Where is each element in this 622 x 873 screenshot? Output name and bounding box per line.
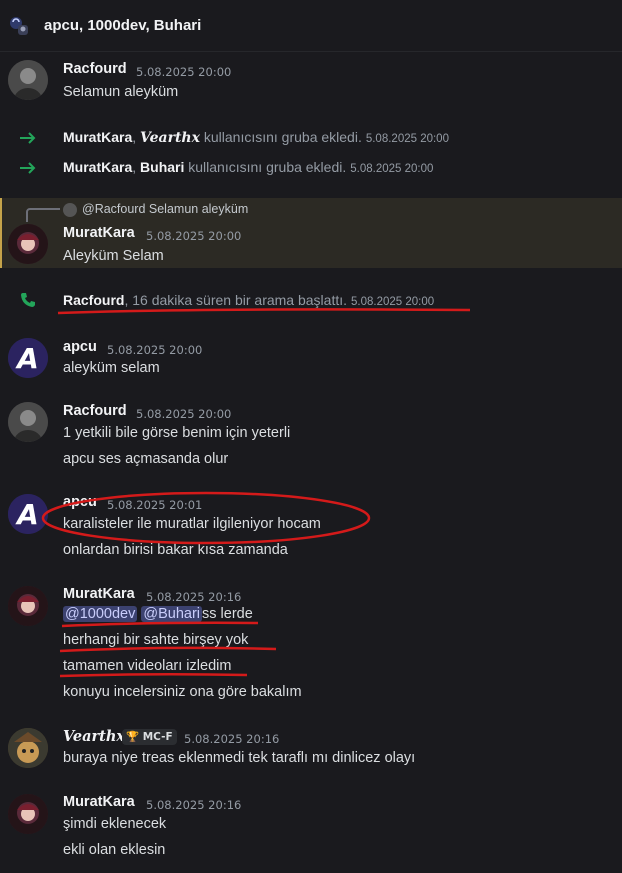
message-text: apcu ses açmasanda olur — [63, 451, 229, 467]
author-name[interactable]: MuratKara — [63, 586, 135, 602]
timestamp: 5.08.2025 20:00 — [136, 407, 232, 421]
timestamp: 5.08.2025 20:00 — [107, 343, 203, 357]
author-name[interactable]: Racfourd — [63, 61, 127, 77]
message-apcu-2: A apcu 5.08.2025 20:01 karalisteler ile … — [0, 492, 622, 564]
timestamp: 5.08.2025 20:16 — [146, 798, 242, 812]
message-text: karalisteler ile muratlar ilgileniyor ho… — [63, 516, 321, 532]
author-name[interactable]: apcu — [63, 339, 97, 355]
avatar[interactable] — [8, 402, 48, 442]
message-text: 1 yetkili bile görse benim için yeterli — [63, 425, 291, 441]
arrow-right-icon — [20, 162, 36, 174]
message-racfourd-2: Racfourd 5.08.2025 20:00 1 yetkili bile … — [0, 400, 622, 472]
svg-text:A: A — [15, 342, 39, 375]
timestamp: 5.08.2025 20:16 — [146, 590, 242, 604]
trophy-icon: 🏆 — [126, 731, 140, 743]
author-name[interactable]: MuratKara — [63, 225, 135, 241]
avatar[interactable] — [8, 794, 48, 834]
reply-preview[interactable]: @Racfourd Selamun aleyküm — [82, 202, 248, 216]
message-muratkara-3: MuratKara 5.08.2025 20:16 şimdi eklenece… — [0, 792, 622, 864]
reply-line — [26, 208, 60, 222]
author-name[interactable]: apcu — [63, 494, 97, 510]
timestamp: 5.08.2025 20:00 — [136, 65, 232, 79]
timestamp: 5.08.2025 20:01 — [107, 498, 203, 512]
author-name[interactable]: MuratKara — [63, 794, 135, 810]
author-name[interactable]: Vearthx — [63, 728, 125, 745]
svg-text:A: A — [15, 498, 39, 531]
avatar[interactable] — [8, 60, 48, 100]
system-text: MuratKara, Vearthx kullanıcısını gruba e… — [63, 129, 449, 146]
system-message-call: Racfourd, 16 dakika süren bir arama başl… — [0, 291, 622, 311]
role-badge[interactable]: 🏆 MC-F — [122, 729, 177, 745]
avatar[interactable] — [8, 224, 48, 264]
timestamp: 5.08.2025 20:00 — [146, 229, 242, 243]
message-muratkara-2: MuratKara 5.08.2025 20:16 @1000dev @Buha… — [0, 584, 622, 706]
message-text: aleyküm selam — [63, 360, 160, 376]
message-text: tamamen videoları izledim — [63, 658, 232, 674]
system-message-join: MuratKara, Vearthx kullanıcısını gruba e… — [0, 128, 622, 148]
group-avatar-icon[interactable] — [9, 16, 29, 36]
author-name[interactable]: Racfourd — [63, 403, 127, 419]
user-mention[interactable]: @1000dev — [63, 606, 138, 622]
message-apcu-1: A apcu 5.08.2025 20:00 aleyküm selam — [0, 336, 622, 382]
reply-avatar — [63, 203, 77, 217]
avatar[interactable] — [8, 586, 48, 626]
message-text: herhangi bir sahte birşey yok — [63, 632, 249, 648]
arrow-right-icon — [20, 132, 36, 144]
message-text: şimdi eklenecek — [63, 816, 167, 832]
system-message-join: MuratKara, Buhari kullanıcısını gruba ek… — [0, 158, 622, 178]
message-text: Selamun aleyküm — [63, 84, 179, 100]
message-text: Aleyküm Selam — [63, 248, 164, 264]
message-reply: @Racfourd Selamun aleyküm MuratKara 5.08… — [0, 200, 622, 266]
avatar[interactable]: A — [8, 494, 48, 534]
message-text: onlardan birisi bakar kısa zamanda — [63, 542, 288, 558]
channel-title: apcu, 1000dev, Buhari — [44, 17, 202, 34]
avatar[interactable]: A — [8, 338, 48, 378]
message-vearthx: Vearthx 🏆 MC-F 5.08.2025 20:16 buraya ni… — [0, 726, 622, 772]
channel-header: apcu, 1000dev, Buhari — [0, 0, 622, 52]
system-text: Racfourd, 16 dakika süren bir arama başl… — [63, 292, 435, 308]
message-racfourd-1: Racfourd 5.08.2025 20:00 Selamun aleyküm — [0, 58, 622, 104]
timestamp: 5.08.2025 20:16 — [184, 732, 280, 746]
system-text: MuratKara, Buhari kullanıcısını gruba ek… — [63, 159, 434, 175]
avatar[interactable] — [8, 728, 48, 768]
message-text: buraya niye treas eklenmedi tek taraflı … — [63, 750, 416, 766]
user-mention[interactable]: @Buhari — [141, 606, 203, 622]
message-text: @1000dev @Buhari ss lerde — [63, 606, 253, 622]
message-text: konuyu incelersiniz ona göre bakalım — [63, 684, 302, 700]
message-text: ekli olan eklesin — [63, 842, 166, 858]
phone-icon — [21, 293, 35, 307]
